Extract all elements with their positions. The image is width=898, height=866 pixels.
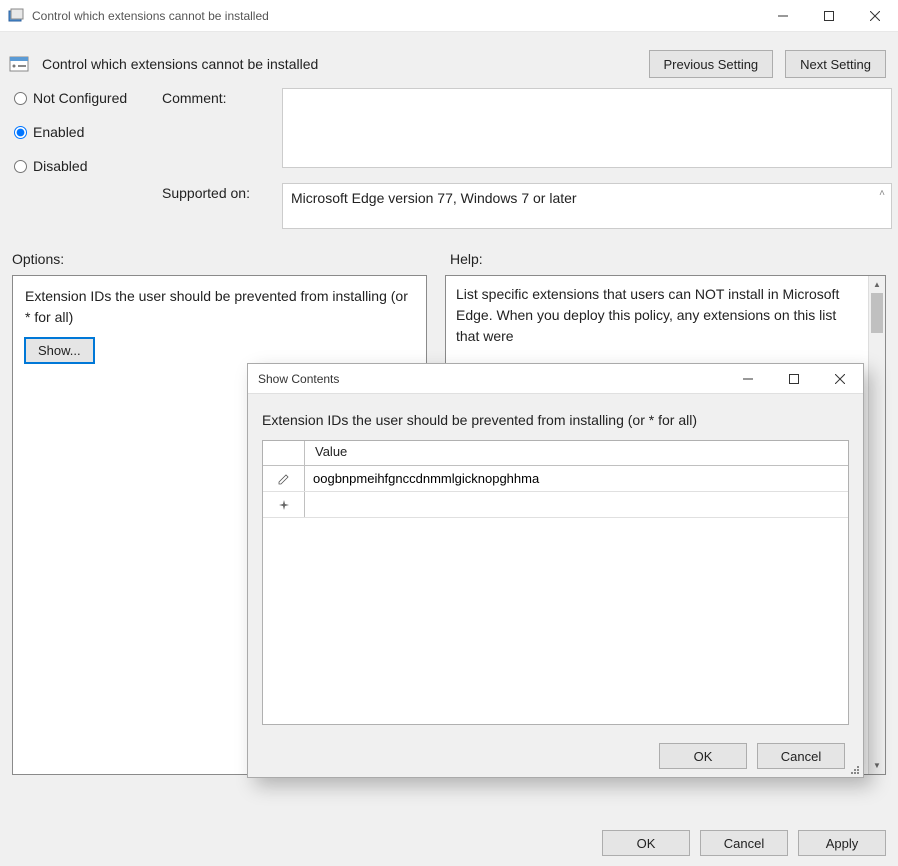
show-contents-dialog: Show Contents Extension IDs the user sho…	[247, 363, 864, 778]
row-edit-icon[interactable]	[263, 466, 305, 491]
supported-on-text: Microsoft Edge version 77, Windows 7 or …	[291, 190, 577, 206]
value-grid: Value	[262, 440, 849, 725]
comment-textarea[interactable]	[282, 88, 892, 168]
grid-header-row: Value	[263, 441, 848, 466]
resize-grip-icon[interactable]	[849, 763, 861, 775]
radio-enabled[interactable]: Enabled	[14, 124, 162, 140]
dialog-titlebar: Show Contents	[248, 364, 863, 394]
supported-on-box: Microsoft Edge version 77, Windows 7 or …	[282, 183, 892, 229]
ok-button[interactable]: OK	[602, 830, 690, 856]
show-button[interactable]: Show...	[25, 338, 94, 363]
radio-enabled-label: Enabled	[33, 124, 84, 140]
chevron-up-icon: ˄	[879, 188, 885, 199]
next-setting-button[interactable]: Next Setting	[785, 50, 886, 78]
maximize-button[interactable]	[806, 0, 852, 31]
window-controls	[760, 0, 898, 31]
app-icon	[8, 8, 24, 24]
scroll-up-arrow-icon[interactable]: ▲	[869, 276, 885, 293]
dialog-cancel-button[interactable]: Cancel	[757, 743, 845, 769]
help-section-label: Help:	[450, 251, 483, 267]
close-button[interactable]	[852, 0, 898, 31]
grid-row	[263, 492, 848, 518]
grid-row	[263, 466, 848, 492]
comment-label: Comment:	[162, 88, 282, 106]
row-new-icon[interactable]	[263, 492, 305, 517]
dialog-footer: OK Cancel	[248, 735, 863, 777]
grid-corner-cell	[263, 441, 305, 465]
toolbar-row: Control which extensions cannot be insta…	[0, 32, 898, 88]
dialog-ok-button[interactable]: OK	[659, 743, 747, 769]
minimize-button[interactable]	[760, 0, 806, 31]
supported-label: Supported on:	[162, 183, 282, 201]
window-title: Control which extensions cannot be insta…	[32, 9, 760, 23]
apply-button[interactable]: Apply	[798, 830, 886, 856]
options-description: Extension IDs the user should be prevent…	[25, 286, 414, 328]
grid-body	[263, 466, 848, 724]
dialog-description: Extension IDs the user should be prevent…	[248, 394, 863, 440]
radio-not-configured-label: Not Configured	[33, 90, 127, 106]
dialog-maximize-button[interactable]	[771, 364, 817, 393]
dialog-minimize-button[interactable]	[725, 364, 771, 393]
value-input-1[interactable]	[305, 492, 848, 517]
policy-icon	[8, 53, 30, 75]
scroll-down-arrow-icon[interactable]: ▼	[869, 757, 885, 774]
help-scrollbar[interactable]: ▲ ▼	[868, 276, 885, 774]
scroll-thumb[interactable]	[871, 293, 883, 333]
radio-not-configured[interactable]: Not Configured	[14, 90, 162, 106]
window-titlebar: Control which extensions cannot be insta…	[0, 0, 898, 32]
dialog-title: Show Contents	[258, 372, 725, 386]
grid-header-value: Value	[305, 441, 848, 465]
policy-title: Control which extensions cannot be insta…	[42, 56, 637, 72]
dialog-close-button[interactable]	[817, 364, 863, 393]
help-text: List specific extensions that users can …	[446, 276, 885, 355]
value-input-0[interactable]	[305, 466, 848, 491]
previous-setting-button[interactable]: Previous Setting	[649, 50, 774, 78]
footer-bar: OK Cancel Apply	[0, 820, 898, 866]
radio-disabled-label: Disabled	[33, 158, 87, 174]
radio-disabled[interactable]: Disabled	[14, 158, 162, 174]
options-section-label: Options:	[12, 251, 432, 267]
cancel-button[interactable]: Cancel	[700, 830, 788, 856]
